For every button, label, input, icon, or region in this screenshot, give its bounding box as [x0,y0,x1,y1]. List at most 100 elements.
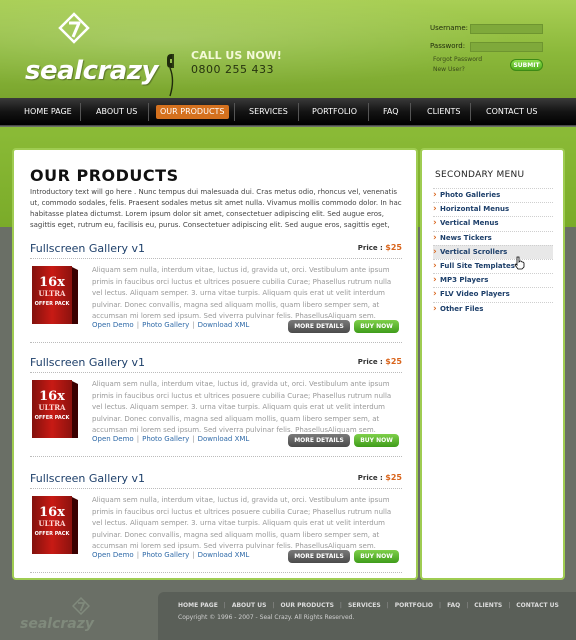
secondary-menu-title: SECONDARY MENU [435,170,525,180]
download-xml-link[interactable]: Download XML [198,551,250,559]
product-box-image[interactable]: 16x ULTRA OFFER PACK [30,494,80,556]
nav-item-faq[interactable]: FAQ [383,105,399,119]
product-links: Open Demo | Photo Gallery | Download XML [92,321,249,329]
nav-item-clients[interactable]: CLIENTS [427,105,460,119]
price-value: $25 [385,357,402,366]
link-separator: | [192,551,195,559]
photo-gallery-link[interactable]: Photo Gallery [142,551,189,559]
nav-divider [234,103,235,121]
more-details-button[interactable]: MORE DETAILS [288,550,350,563]
product-price: Price : $25 [358,243,402,252]
divider [30,572,402,573]
page-title: OUR PRODUCTS [30,166,179,185]
sidebar-item-vertical-scrollers[interactable]: Vertical Scrollers [433,244,553,259]
open-demo-link[interactable]: Open Demo [92,551,134,559]
product-links: Open Demo | Photo Gallery | Download XML [92,551,249,559]
footer-link-faq[interactable]: FAQ [447,602,460,609]
buy-now-button[interactable]: BUY NOW [354,320,399,333]
footer-separator: | [272,602,275,609]
site-header: sealcrazy CALL US NOW! 0800 255 433 User… [0,0,576,98]
logo-icon[interactable] [58,12,90,44]
product-title[interactable]: Fullscreen Gallery v1 [30,472,145,485]
nav-item-portfolio[interactable]: PORTFOLIO [312,105,357,119]
product-title[interactable]: Fullscreen Gallery v1 [30,242,145,255]
footer-link-portfolio[interactable]: PORTFOLIO [395,602,433,609]
divider [30,342,402,343]
product-price: Price : $25 [358,357,402,366]
product-title[interactable]: Fullscreen Gallery v1 [30,356,145,369]
product-item: Fullscreen Gallery v1 Price : $25 16x UL… [30,242,402,360]
box-art-line3: OFFER PACK [35,415,71,421]
product-item: Fullscreen Gallery v1 Price : $25 16x UL… [30,472,402,590]
username-label: Username: [430,24,469,32]
photo-gallery-link[interactable]: Photo Gallery [142,321,189,329]
price-label: Price : [357,358,383,366]
call-us-label: CALL US NOW! [191,49,282,62]
nav-divider [410,103,411,121]
phone-icon [167,54,174,97]
download-xml-link[interactable]: Download XML [198,321,250,329]
link-separator: | [136,321,140,329]
sidebar-item-mp3-players[interactable]: MP3 Players [433,273,553,287]
box-art-line1: 16x [39,505,65,520]
box-art-line3: OFFER PACK [35,301,71,307]
sidebar-item-news-tickers[interactable]: News Tickers [433,230,553,245]
nav-item-about[interactable]: ABOUT US [96,105,137,119]
divider [30,488,402,489]
footer-separator: | [339,602,342,609]
box-art-line1: 16x [39,275,65,290]
sidebar-item-vertical-menus[interactable]: Vertical Menus [433,216,553,230]
nav-divider [470,103,471,121]
footer-nav: HOME PAGE | ABOUT US | OUR PRODUCTS | SERVICES… [178,602,559,609]
product-box-image[interactable]: 16x ULTRA OFFER PACK [30,264,80,326]
sidebar-item-other-files[interactable]: Other Files [433,301,553,316]
box-art-line3: OFFER PACK [35,531,71,537]
submit-button[interactable]: SUBMIT [510,59,543,71]
link-separator: | [136,551,140,559]
box-art-line2: ULTRA [39,519,66,528]
footer-separator: | [466,602,469,609]
divider [30,372,402,373]
open-demo-link[interactable]: Open Demo [92,435,134,443]
box-art-line1: 16x [39,389,65,404]
forgot-password-link[interactable]: Forgot Password [433,56,482,63]
nav-item-home[interactable]: HOME PAGE [24,105,72,119]
main-nav: HOME PAGE ABOUT US OUR PRODUCTS SERVICES… [0,98,576,126]
product-description: Aliquam sem nulla, interdum vitae, luctu… [92,496,392,550]
box-art-line2: ULTRA [39,289,66,298]
product-box-image[interactable]: 16x ULTRA OFFER PACK [30,378,80,440]
new-user-link[interactable]: New User? [433,66,465,73]
footer-link-clients[interactable]: CLIENTS [474,602,502,609]
footer-link-about[interactable]: ABOUT US [232,602,267,609]
buy-now-button[interactable]: BUY NOW [354,550,399,563]
sidebar-item-horizontal-menus[interactable]: Horizontal Menus [433,202,553,216]
footer-link-contact[interactable]: CONTACT US [516,602,559,609]
sidebar-item-photo-galleries[interactable]: Photo Galleries [433,188,553,202]
footer-logo-icon [72,597,90,615]
footer-link-services[interactable]: SERVICES [348,602,381,609]
buy-now-button[interactable]: BUY NOW [354,434,399,447]
password-input[interactable] [470,42,543,52]
footer-separator: | [508,602,511,609]
nav-item-contact[interactable]: CONTACT US [486,105,537,119]
nav-item-products[interactable]: OUR PRODUCTS [156,105,229,119]
footer-link-products[interactable]: OUR PRODUCTS [280,602,333,609]
secondary-menu-panel: SECONDARY MENU Photo Galleries Horizonta… [420,148,565,580]
link-separator: | [136,435,140,443]
nav-divider [298,103,299,121]
download-xml-link[interactable]: Download XML [198,435,250,443]
sidebar-item-flv-video-players[interactable]: FLV Video Players [433,287,553,301]
product-description: Aliquam sem nulla, interdum vitae, luctu… [92,266,392,320]
photo-gallery-link[interactable]: Photo Gallery [142,435,189,443]
more-details-button[interactable]: MORE DETAILS [288,320,350,333]
more-details-button[interactable]: MORE DETAILS [288,434,350,447]
phone-number: 0800 255 433 [191,63,274,76]
footer-link-home[interactable]: HOME PAGE [178,602,218,609]
price-value: $25 [385,473,402,482]
username-input[interactable] [470,24,543,34]
copyright-text: Copyright © 1996 - 2007 - Seal Crazy. Al… [178,614,355,621]
sidebar-item-full-site-templates[interactable]: Full Site Templates [433,258,553,273]
nav-item-services[interactable]: SERVICES [249,105,288,119]
open-demo-link[interactable]: Open Demo [92,321,134,329]
site-logo[interactable]: sealcrazy [25,56,158,86]
